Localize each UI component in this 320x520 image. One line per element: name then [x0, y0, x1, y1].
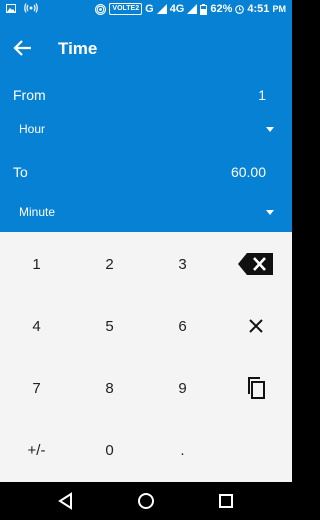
nav-back-icon[interactable]	[56, 491, 76, 511]
backspace-icon	[237, 253, 273, 275]
key-2[interactable]: 2	[73, 234, 146, 294]
caret-down-icon	[266, 127, 274, 132]
copy-icon	[247, 377, 265, 399]
key-1[interactable]: 1	[0, 234, 73, 294]
volte-badge: VOLTE2	[109, 3, 143, 15]
key-0[interactable]: 0	[73, 420, 146, 480]
from-unit-dropdown[interactable]: Hour	[0, 115, 292, 145]
to-label: To	[13, 164, 28, 180]
backspace-button[interactable]	[219, 234, 292, 294]
to-unit-dropdown[interactable]: Minute	[0, 198, 292, 228]
network-4g-label: 4G	[169, 3, 185, 15]
alarm-icon	[235, 4, 245, 14]
key-plus-minus[interactable]: +/-	[0, 420, 73, 480]
key-3[interactable]: 3	[146, 234, 219, 294]
key-8[interactable]: 8	[73, 358, 146, 418]
status-right: VOLTE2 G 4G 62% 4:51 PM	[95, 3, 286, 15]
battery-percent: 62%	[210, 3, 233, 15]
screen: VOLTE2 G 4G 62% 4:51 PM Time From 1 Hour…	[0, 0, 292, 520]
key-decimal[interactable]: .	[146, 420, 219, 480]
nav-home-icon[interactable]	[136, 491, 156, 511]
page-title: Time	[58, 39, 98, 58]
to-value-output: 60.00	[230, 164, 266, 180]
converter-panel: Time From 1 Hour To 60.00 Minute	[0, 20, 292, 232]
key-9[interactable]: 9	[146, 358, 219, 418]
caret-down-icon	[266, 210, 274, 215]
clear-button[interactable]	[219, 296, 292, 356]
clock: 4:51 PM	[247, 3, 286, 15]
key-7[interactable]: 7	[0, 358, 73, 418]
close-icon	[248, 319, 263, 333]
radio-waves-icon	[24, 3, 38, 13]
signal-icon	[187, 4, 198, 14]
nav-recents-icon[interactable]	[216, 491, 236, 511]
copy-button[interactable]	[219, 358, 292, 418]
hotspot-icon	[95, 3, 107, 15]
system-nav-bar	[0, 482, 292, 520]
signal-icon	[156, 4, 167, 14]
status-left	[6, 3, 38, 13]
gallery-icon	[6, 3, 16, 13]
from-label: From	[13, 87, 46, 103]
clock-suffix: PM	[272, 4, 287, 14]
key-4[interactable]: 4	[0, 296, 73, 356]
battery-icon	[200, 3, 208, 15]
network-g-label: G	[145, 3, 154, 15]
clock-time: 4:51	[247, 3, 270, 15]
key-6[interactable]: 6	[146, 296, 219, 356]
from-value-input[interactable]: 1	[258, 87, 266, 103]
from-unit-label: Hour	[19, 122, 46, 136]
back-arrow-icon[interactable]	[12, 37, 34, 59]
status-bar: VOLTE2 G 4G 62% 4:51 PM	[0, 0, 292, 20]
keypad: 1 2 3 4 5 6 7 8 9 +/- 0 .	[0, 232, 292, 482]
key-5[interactable]: 5	[73, 296, 146, 356]
to-unit-label: Minute	[19, 205, 56, 219]
